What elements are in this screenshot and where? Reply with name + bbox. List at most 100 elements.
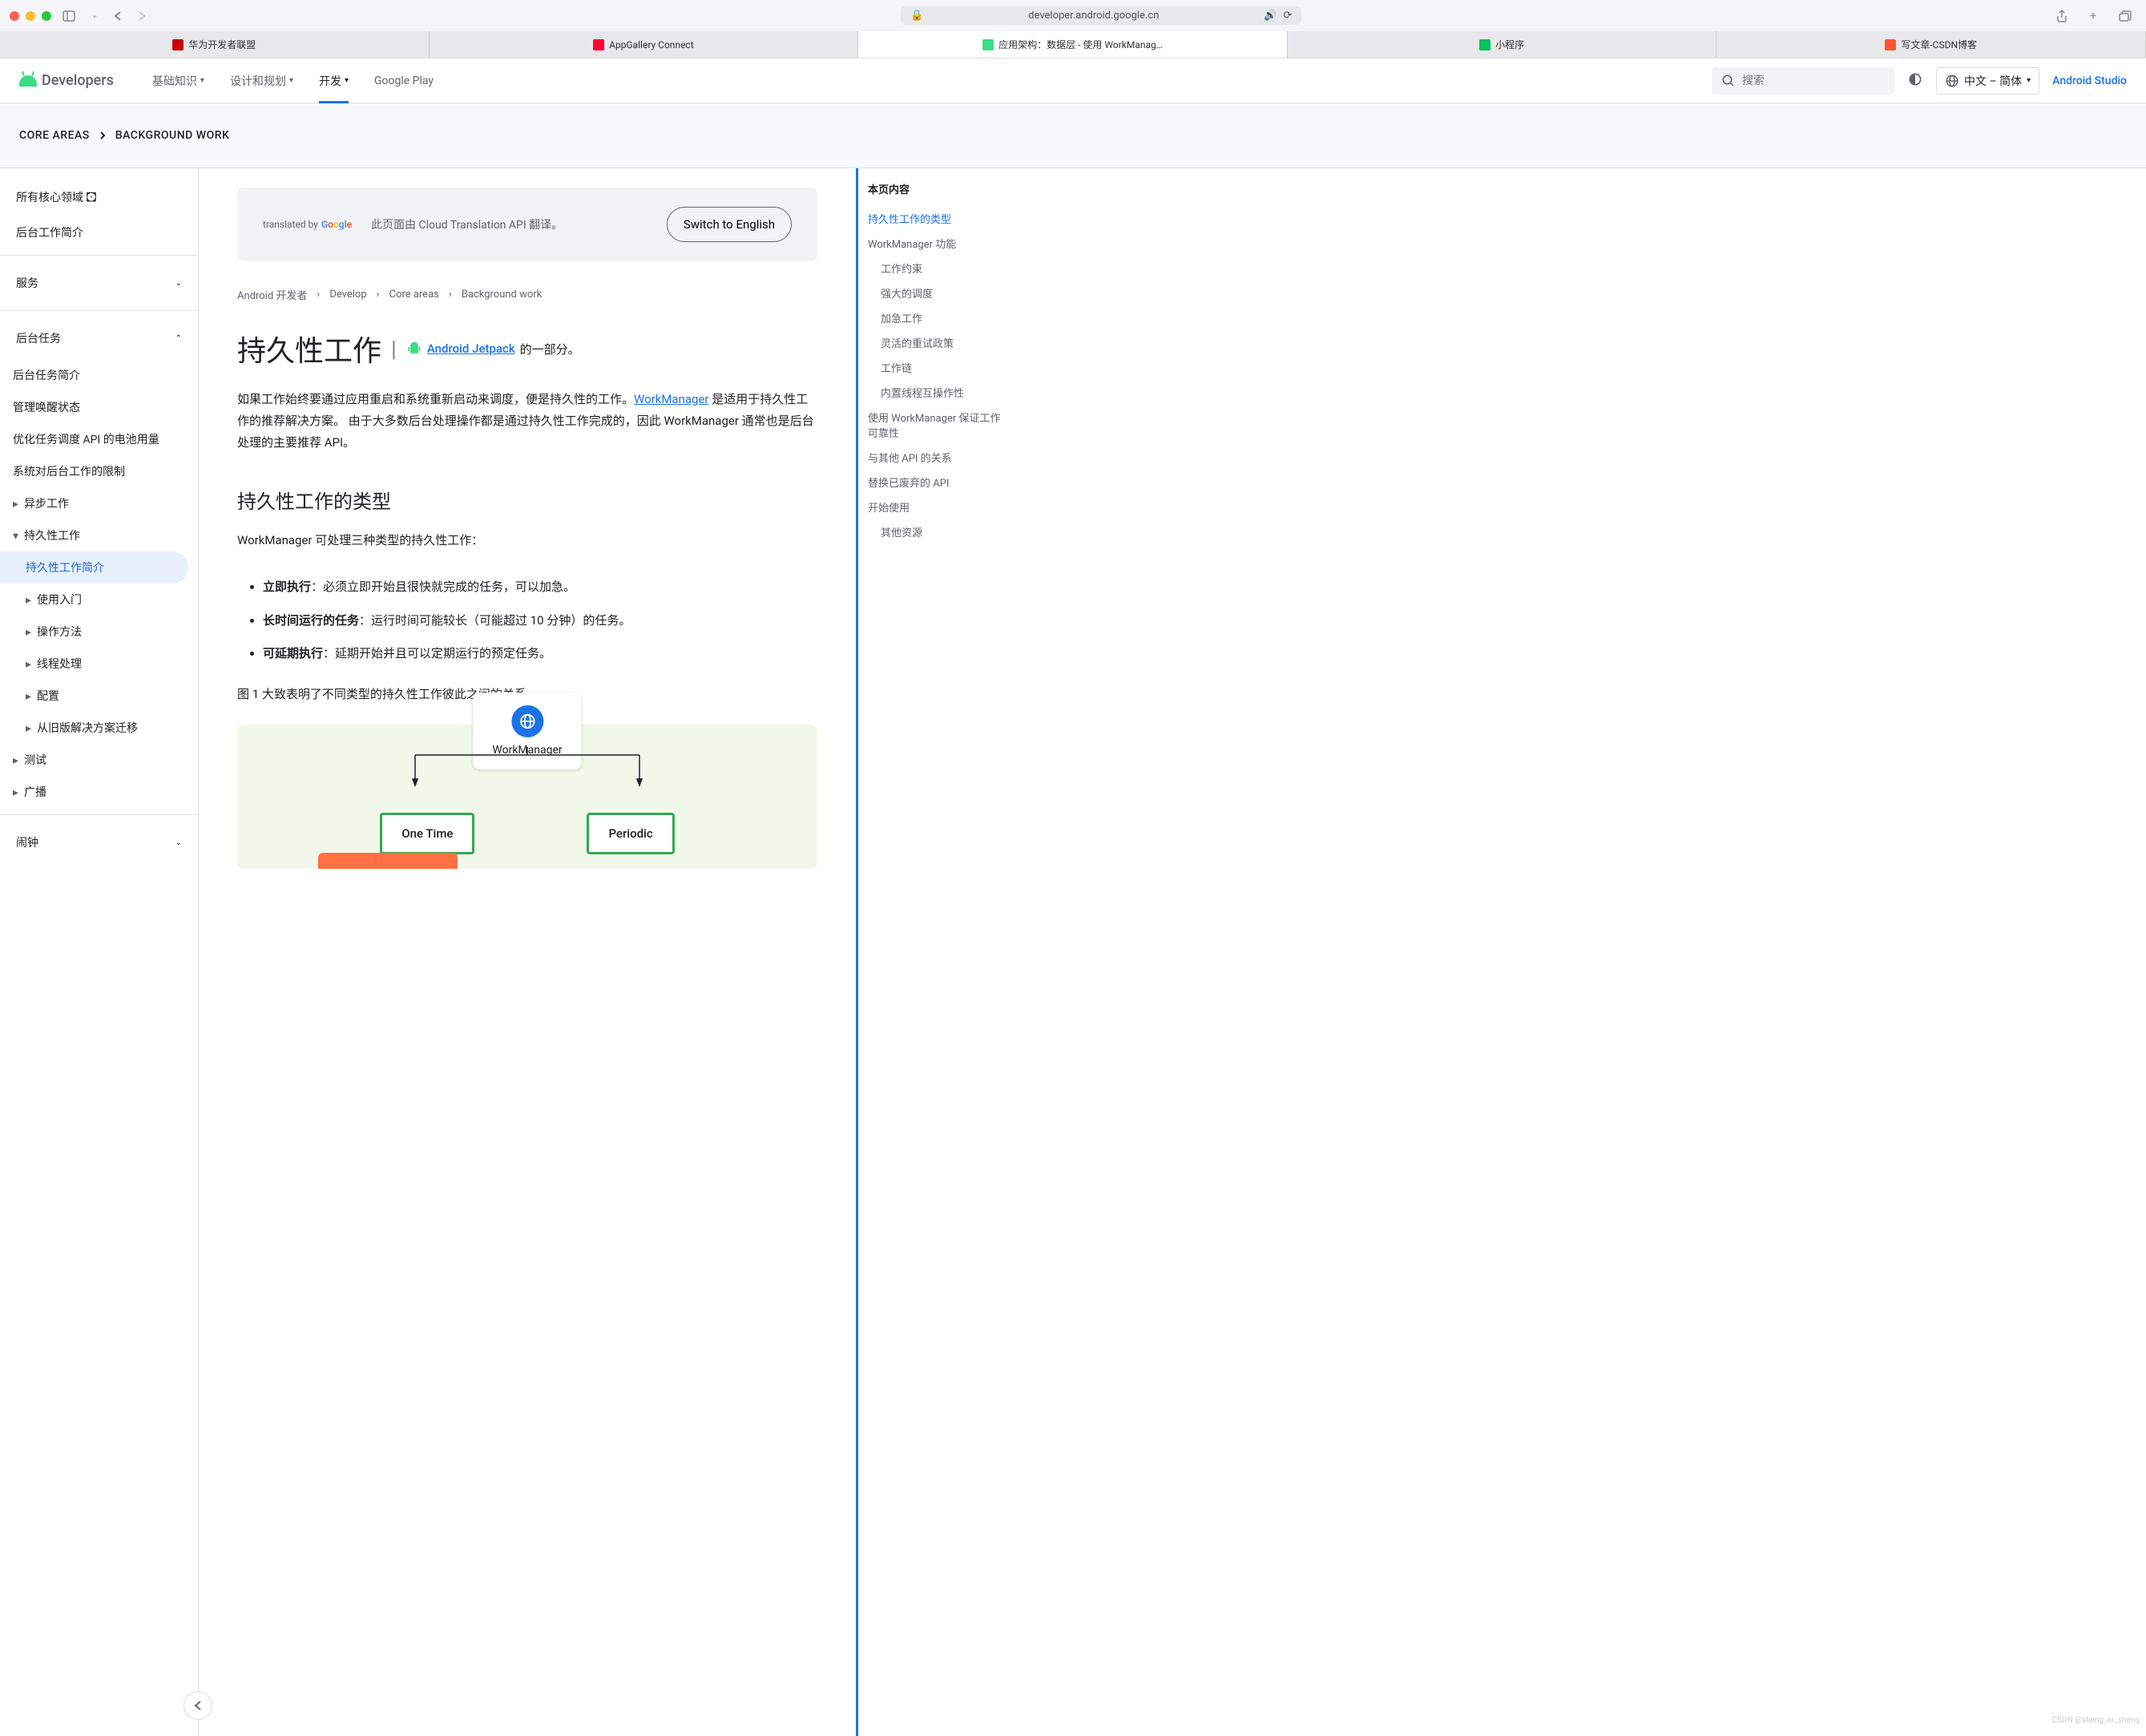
right-toc: 本页内容 持久性工作的类型WorkManager 功能工作约束强大的调度加急工作… — [856, 168, 1016, 1736]
sidebar-item[interactable]: ▸操作方法 — [0, 616, 198, 648]
divider — [0, 814, 198, 815]
android-studio-link[interactable]: Android Studio — [2052, 75, 2127, 87]
breadcrumb-bar: CORE AREAS BACKGROUND WORK — [0, 103, 2146, 168]
minimize-window-button[interactable] — [26, 11, 35, 21]
theme-toggle-icon[interactable] — [1907, 71, 1923, 91]
favicon — [172, 39, 184, 50]
sidebar-item[interactable]: ▸线程处理 — [0, 648, 198, 680]
collapse-sidebar-button[interactable] — [184, 1691, 212, 1720]
tab-label: 华为开发者联盟 — [188, 38, 256, 51]
browser-tab[interactable]: 写文章-CSDN博客 — [1716, 31, 2146, 58]
sidebar-item[interactable]: ▸使用入门 — [0, 583, 198, 616]
close-window-button[interactable] — [10, 11, 19, 21]
workmanager-link[interactable]: WorkManager — [634, 392, 708, 406]
left-sidebar: 所有核心领域 🖸 后台工作简介 服务 ⌄ 后台任务 ⌃ 后台任务简介管理唤醒状态… — [0, 168, 199, 1736]
sidebar-item-async[interactable]: ▸异步工作 — [0, 487, 198, 519]
breadcrumb-item[interactable]: Background work — [462, 289, 543, 301]
expand-icon: ▸ — [26, 722, 32, 735]
toc-item[interactable]: 强大的调度 — [868, 281, 1003, 305]
sidebar-item[interactable]: 系统对后台工作的限制 — [0, 455, 198, 487]
toc-item[interactable]: 开始使用 — [868, 495, 1003, 519]
title-bar: ⌄ 🔒 developer.android.google.cn 🔊 ⟳ + — [0, 0, 2146, 31]
logo[interactable]: Developers — [19, 72, 114, 89]
toc-item[interactable]: 灵活的重试政策 — [868, 330, 1003, 355]
address-bar[interactable]: 🔒 developer.android.google.cn 🔊 ⟳ — [901, 6, 1301, 25]
sidebar-item-broadcast[interactable]: ▸广播 — [0, 776, 198, 808]
search-box[interactable] — [1712, 67, 1894, 95]
switch-to-english-button[interactable]: Switch to English — [667, 207, 792, 242]
chevron-down-icon[interactable]: ⌄ — [87, 11, 103, 20]
language-selector[interactable]: 中文 – 简体 ▾ — [1936, 67, 2039, 95]
chevron-down-icon: ▾ — [2027, 76, 2031, 85]
url-text: developer.android.google.cn — [930, 10, 1257, 22]
main-layout: 所有核心领域 🖸 后台工作简介 服务 ⌄ 后台任务 ⌃ 后台任务简介管理唤醒状态… — [0, 168, 2146, 1736]
sidebar-icon[interactable] — [58, 10, 80, 22]
connector-lines — [391, 747, 664, 787]
jetpack-link[interactable]: Android Jetpack — [427, 341, 515, 356]
top-nav-item[interactable]: 基础知识▾ — [152, 59, 204, 103]
breadcrumb-item[interactable]: BACKGROUND WORK — [115, 129, 230, 142]
list-item: 长时间运行的任务：运行时间可能较长（可能超过 10 分钟）的任务。 — [263, 604, 817, 638]
breadcrumb-item[interactable]: CORE AREAS — [19, 129, 90, 142]
sidebar-item[interactable]: 持久性工作简介 — [0, 551, 188, 583]
browser-tab[interactable]: 应用架构：数据层 - 使用 WorkManag… — [858, 31, 1288, 58]
share-icon[interactable] — [2051, 10, 2072, 22]
breadcrumb-item[interactable]: Android 开发者 — [237, 287, 307, 302]
toc-item[interactable]: 使用 WorkManager 保证工作可靠性 — [868, 405, 1003, 445]
sidebar-item[interactable]: ▸从旧版解决方案迁移 — [0, 712, 198, 744]
maximize-window-button[interactable] — [42, 11, 51, 21]
toc-item[interactable]: 替换已废弃的 API — [868, 470, 1003, 495]
back-button[interactable] — [109, 10, 127, 22]
browser-tab[interactable]: 华为开发者联盟 — [0, 31, 430, 58]
page-title: 持久性工作 | Android Jetpack 的一部分。 — [237, 328, 817, 369]
breadcrumb-item[interactable]: Core areas — [389, 289, 439, 301]
forward-button[interactable] — [133, 10, 151, 22]
browser-tab[interactable]: 小程序 — [1288, 31, 1717, 58]
diagram-onetime-node: One Time — [380, 813, 474, 854]
expand-icon: ▸ — [26, 626, 32, 639]
sidebar-section-services[interactable]: 服务 ⌄ — [0, 262, 198, 304]
breadcrumb-item[interactable]: Develop — [329, 289, 366, 301]
toc-item[interactable]: WorkManager 功能 — [868, 231, 1003, 256]
sidebar-item-all-core[interactable]: 所有核心领域 🖸 — [0, 181, 198, 216]
toc-item[interactable]: 工作链 — [868, 355, 1003, 380]
tabs-icon[interactable] — [2114, 10, 2136, 22]
toc-item[interactable]: 工作约束 — [868, 256, 1003, 281]
sidebar-item[interactable]: 后台任务简介 — [0, 359, 198, 391]
sidebar-item-bg-intro[interactable]: 后台工作简介 — [0, 216, 198, 248]
translated-by: translated by Google — [263, 219, 352, 230]
sidebar-section-alarm[interactable]: 闹钟 ⌄ — [0, 822, 198, 863]
reload-icon[interactable]: ⟳ — [1283, 10, 1292, 22]
toc-item[interactable]: 内置线程互操作性 — [868, 380, 1003, 405]
content-area: translated by Google 此页面由 Cloud Translat… — [199, 168, 2146, 1736]
tab-label: 小程序 — [1495, 38, 1524, 51]
sidebar-section-bg-tasks[interactable]: 后台任务 ⌃ — [0, 317, 198, 359]
sidebar-item-persistent[interactable]: ▾持久性工作 — [0, 519, 198, 551]
toc-item[interactable]: 与其他 API 的关系 — [868, 445, 1003, 470]
sidebar-item-testing[interactable]: ▸测试 — [0, 744, 198, 776]
tab-label: 应用架构：数据层 - 使用 WorkManag… — [998, 38, 1163, 51]
list-item: 可延期执行：延期开始并且可以定期运行的预定任务。 — [263, 637, 817, 671]
sidebar-item[interactable]: ▸配置 — [0, 680, 198, 712]
expand-icon: ▸ — [26, 658, 32, 671]
top-nav-item[interactable]: 设计和规划▾ — [230, 59, 293, 103]
toc-item[interactable]: 持久性工作的类型 — [868, 206, 1003, 231]
google-logo: Google — [321, 219, 352, 230]
top-nav-item[interactable]: 开发▾ — [319, 59, 349, 103]
new-tab-icon[interactable]: + — [2085, 10, 2101, 22]
toc-item[interactable]: 加急工作 — [868, 305, 1003, 330]
browser-tab[interactable]: AppGallery Connect — [430, 31, 859, 58]
tab-label: AppGallery Connect — [609, 39, 694, 50]
top-nav-item[interactable]: Google Play — [374, 59, 434, 103]
sidebar-item[interactable]: 管理唤醒状态 — [0, 391, 198, 423]
sound-icon[interactable]: 🔊 — [1264, 10, 1277, 22]
translate-message: 此页面由 Cloud Translation API 翻译。 — [371, 216, 647, 232]
section-intro: WorkManager 可处理三种类型的持久性工作： — [237, 530, 817, 551]
language-label: 中文 – 简体 — [1964, 73, 2022, 89]
search-input[interactable] — [1742, 75, 1885, 87]
chevron-down-icon: ▾ — [200, 76, 204, 85]
diagram-periodic-node: Periodic — [587, 813, 674, 854]
sidebar-item[interactable]: 优化任务调度 API 的电池用量 — [0, 423, 198, 455]
toc-item[interactable]: 其他资源 — [868, 519, 1003, 544]
expand-icon: ▸ — [13, 754, 19, 767]
